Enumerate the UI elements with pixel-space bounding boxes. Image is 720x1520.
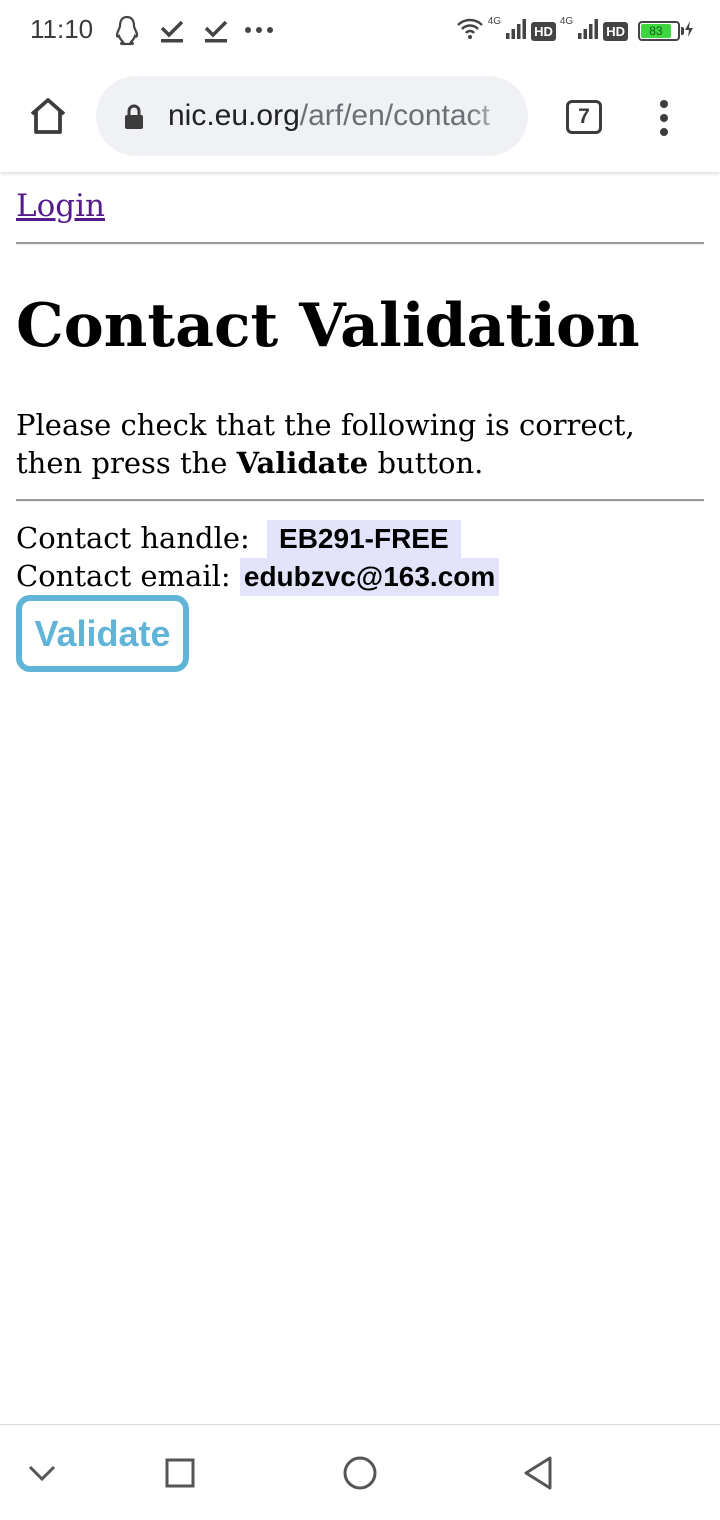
hd-badge-2: HD	[603, 21, 628, 41]
battery-level: 83	[641, 24, 671, 38]
home-icon[interactable]	[26, 94, 70, 138]
url-text: nic.eu.org/arf/en/contact	[168, 98, 498, 134]
contact-handle-value: EB291-FREE	[267, 520, 461, 558]
contact-handle-label: Contact handle:	[16, 521, 260, 555]
contact-email-value: edubzvc@163.com	[239, 558, 500, 596]
signal-icon	[505, 18, 527, 44]
network-type-2: 4G	[559, 16, 574, 27]
wifi-icon	[456, 17, 484, 45]
battery-indicator: 83	[638, 20, 694, 42]
nav-recents-icon[interactable]	[160, 1453, 200, 1493]
intro-text: Please check that the following is corre…	[16, 406, 704, 482]
lock-icon	[124, 104, 144, 130]
divider-2	[16, 499, 704, 502]
browser-toolbar: nic.eu.org/arf/en/contact 7	[0, 62, 720, 172]
nav-collapse-icon[interactable]	[22, 1453, 62, 1493]
network-type-1: 4G	[487, 16, 502, 27]
validate-button[interactable]: Validate	[16, 595, 189, 672]
contact-email-label: Contact email:	[16, 559, 240, 593]
download-done-icon	[158, 14, 186, 50]
login-link[interactable]: Login	[16, 188, 105, 224]
url-path: /arf/en/contact	[299, 99, 490, 132]
url-domain: nic.eu.org	[168, 99, 300, 132]
page-title: Contact Validation	[16, 291, 640, 361]
intro-after: button.	[368, 446, 484, 480]
download-done-icon-2	[202, 14, 230, 50]
hd-badge-1: HD	[531, 21, 556, 41]
system-nav-bar	[0, 1424, 720, 1520]
status-bar: 11:10 4G HD 4G HD 83	[0, 0, 720, 62]
battery-icon: 83	[638, 21, 680, 41]
contact-email-row: Contact email: edubzvc@163.com	[16, 557, 500, 596]
tab-switcher-button[interactable]: 7	[566, 100, 602, 134]
nav-home-icon[interactable]	[340, 1453, 380, 1493]
nav-back-icon[interactable]	[518, 1453, 558, 1493]
qq-penguin-icon	[112, 14, 142, 50]
charging-icon	[684, 20, 694, 42]
more-notifications-icon	[244, 22, 276, 42]
contact-handle-row: Contact handle: EB291-FREE	[16, 519, 461, 558]
overflow-menu-icon[interactable]	[652, 98, 676, 138]
intro-bold: Validate	[236, 446, 369, 480]
status-time: 11:10	[30, 14, 94, 44]
status-indicators: 4G HD 4G HD 83	[456, 16, 694, 46]
address-bar[interactable]: nic.eu.org/arf/en/contact	[96, 76, 528, 156]
divider	[16, 242, 704, 245]
signal-icon-2	[577, 18, 599, 44]
